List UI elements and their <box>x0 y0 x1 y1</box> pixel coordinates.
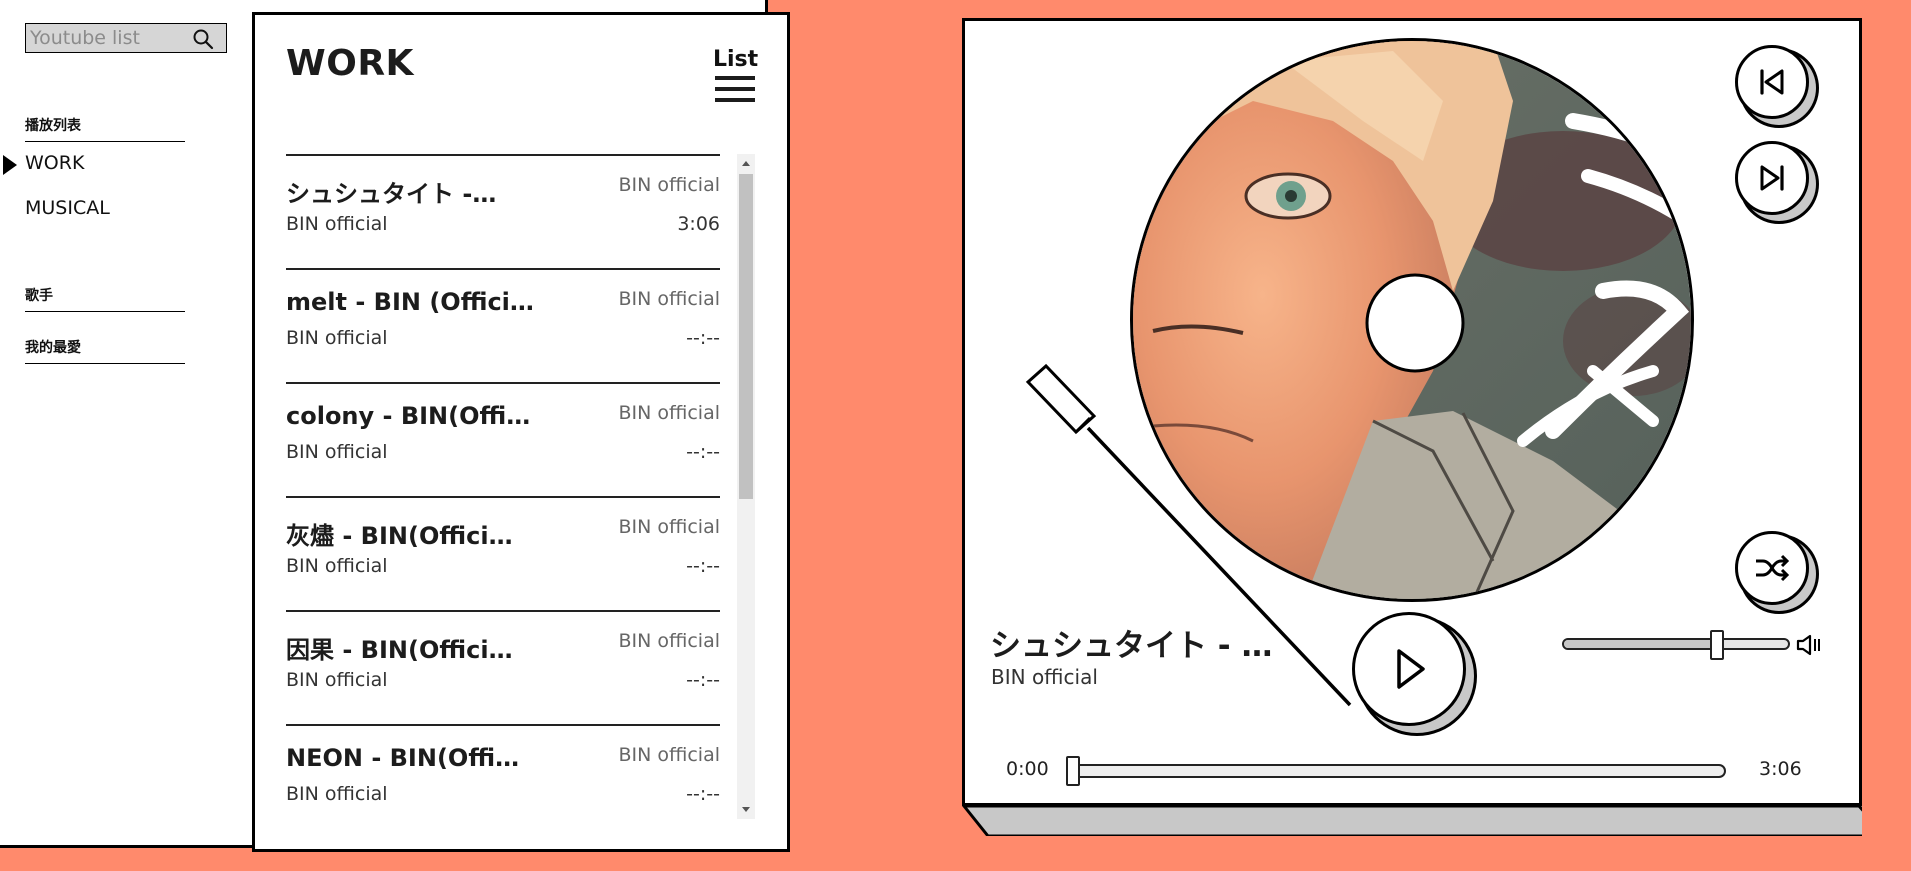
track-artist: BIN official <box>286 327 388 349</box>
track-duration: 3:06 <box>677 213 720 235</box>
track-duration: --:-- <box>686 669 720 691</box>
track-title: 灰燼 - BIN(Offici… <box>286 522 513 550</box>
track-list-scrollbar[interactable] <box>737 154 755 819</box>
search-icon[interactable] <box>192 28 214 50</box>
sidebar-item-musical[interactable]: MUSICAL <box>25 197 110 219</box>
progress-thumb[interactable] <box>1066 756 1080 786</box>
track-duration: --:-- <box>686 783 720 805</box>
volume-icon[interactable] <box>1796 634 1822 656</box>
shuffle-button[interactable] <box>1735 531 1809 605</box>
track-list: シュシュタイト -… BIN official BIN official 3:0… <box>286 154 720 834</box>
scroll-down-icon[interactable] <box>742 807 750 812</box>
track-channel: BIN official <box>618 516 720 538</box>
active-arrow-icon <box>3 155 17 175</box>
track-title: 因果 - BIN(Offici… <box>286 636 513 664</box>
section-singers-heading[interactable]: 歌手 <box>25 285 185 312</box>
track-channel: BIN official <box>618 630 720 652</box>
skip-next-icon <box>1760 165 1784 191</box>
track-channel: BIN official <box>618 744 720 766</box>
track-title: シュシュタイト -… <box>286 180 497 208</box>
track-artist: BIN official <box>286 783 388 805</box>
track-row[interactable]: melt - BIN (Offici… BIN official BIN off… <box>286 270 720 384</box>
section-playlists-heading: 播放列表 <box>25 115 185 142</box>
total-time: 3:06 <box>1759 758 1802 780</box>
scroll-up-icon[interactable] <box>742 161 750 166</box>
scrollbar-thumb[interactable] <box>739 174 753 499</box>
track-duration: --:-- <box>686 327 720 349</box>
track-title: colony - BIN(Offi… <box>286 402 531 430</box>
track-title: melt - BIN (Offici… <box>286 288 534 316</box>
current-time: 0:00 <box>1006 758 1049 780</box>
next-button[interactable] <box>1735 141 1809 215</box>
track-row[interactable]: colony - BIN(Offi… BIN official BIN offi… <box>286 384 720 498</box>
now-playing-artist: BIN official <box>991 665 1098 689</box>
track-title: NEON - BIN(Offi… <box>286 744 520 772</box>
track-channel: BIN official <box>618 174 720 196</box>
track-row[interactable]: NEON - BIN(Offi… BIN official BIN offici… <box>286 726 720 834</box>
track-row[interactable]: 灰燼 - BIN(Offici… BIN official BIN offici… <box>286 498 720 612</box>
track-artist: BIN official <box>286 669 388 691</box>
skip-previous-icon <box>1760 69 1784 95</box>
play-icon <box>1397 649 1425 689</box>
list-button[interactable]: List <box>713 47 759 109</box>
menu-icon <box>713 76 757 102</box>
search-box <box>25 23 227 53</box>
track-artist: BIN official <box>286 441 388 463</box>
now-playing-title: シュシュタイト - … <box>990 628 1273 664</box>
volume-fill <box>1564 640 1717 648</box>
search-input[interactable] <box>26 24 191 52</box>
playlist-panel: WORK List シュシュタイト -… BIN official BIN of… <box>252 12 790 852</box>
volume-slider[interactable] <box>1562 638 1790 650</box>
track-channel: BIN official <box>618 288 720 310</box>
track-duration: --:-- <box>686 441 720 463</box>
track-channel: BIN official <box>618 402 720 424</box>
sidebar-item-work[interactable]: WORK <box>25 152 84 174</box>
playlist-title: WORK <box>286 43 414 84</box>
progress-slider[interactable] <box>1066 764 1726 778</box>
track-duration: --:-- <box>686 555 720 577</box>
track-row[interactable]: 因果 - BIN(Offici… BIN official BIN offici… <box>286 612 720 726</box>
list-button-label: List <box>713 47 759 72</box>
play-button[interactable] <box>1352 612 1466 726</box>
track-row[interactable]: シュシュタイト -… BIN official BIN official 3:0… <box>286 156 720 270</box>
shuffle-icon <box>1756 554 1790 582</box>
track-artist: BIN official <box>286 213 388 235</box>
prev-button[interactable] <box>1735 45 1809 119</box>
volume-thumb[interactable] <box>1710 630 1725 660</box>
track-artist: BIN official <box>286 555 388 577</box>
section-favorites-heading[interactable]: 我的最愛 <box>25 337 185 364</box>
